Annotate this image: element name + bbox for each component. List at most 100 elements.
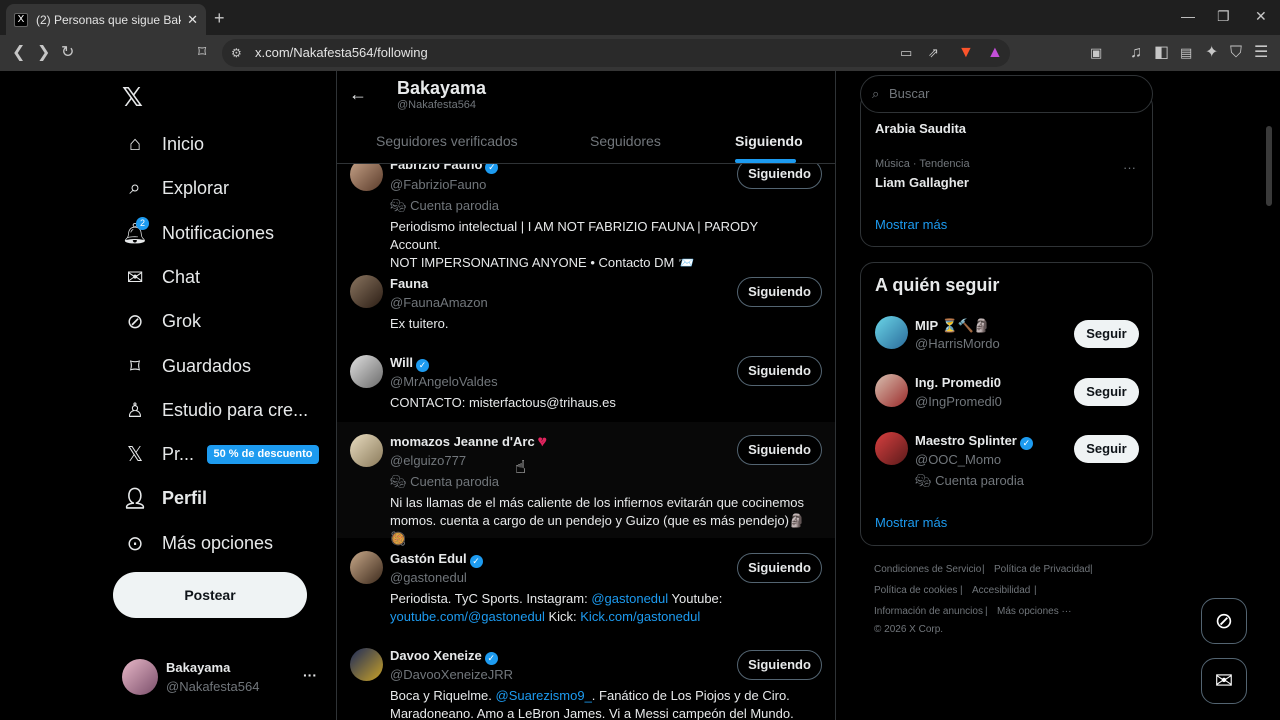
avatar[interactable] <box>875 316 908 349</box>
wallet-icon[interactable]: ▤ <box>1180 44 1192 62</box>
brave-shield-icon[interactable]: ▼ <box>958 44 974 62</box>
following-button[interactable]: Siguiendo <box>737 553 822 583</box>
avatar[interactable] <box>350 648 383 681</box>
sidebar-item-estudio[interactable]: ♙ Estudio para cre... <box>122 397 308 423</box>
avatar[interactable] <box>350 355 383 388</box>
cast-icon[interactable]: ▭ <box>900 44 912 62</box>
following-button[interactable]: Siguiendo <box>737 277 822 307</box>
maximize-icon[interactable]: ❐ <box>1217 8 1230 25</box>
user-handle: @elguizo777 <box>390 453 467 468</box>
sidebar-item-mas-opciones[interactable]: ⊙ Más opciones <box>122 530 273 556</box>
user-name[interactable]: Davoo Xeneize ✓ <box>390 648 498 665</box>
user-name[interactable]: Will ✓ <box>390 355 429 372</box>
suggestion-name[interactable]: Ing. Promedi0 <box>915 375 1001 390</box>
page-scrollbar[interactable] <box>1266 126 1272 206</box>
mouse-cursor-icon: ☝ <box>515 457 526 477</box>
search-input[interactable]: ⌕ Buscar <box>860 75 1153 113</box>
list-item[interactable]: Gastón Edul ✓ @gastonedul Periodista. TyC… <box>337 538 835 636</box>
following-button[interactable]: Siguiendo <box>737 650 822 680</box>
footer-link[interactable]: Información de anuncios <box>874 606 983 617</box>
footer-link[interactable]: Política de cookies <box>874 585 957 596</box>
user-name[interactable]: Gastón Edul ✓ <box>390 551 483 568</box>
avatar[interactable] <box>350 434 383 467</box>
footer-link[interactable]: Condiciones de Servicio <box>874 564 981 575</box>
sidebar-item-guardados[interactable]: ⌑ Guardados <box>122 353 251 379</box>
user-name[interactable]: momazos Jeanne d'Arc 💔︎ <box>390 434 546 450</box>
reload-icon[interactable]: ↻ <box>61 44 74 62</box>
show-more-link[interactable]: Mostrar más <box>875 515 947 530</box>
sidebar-item-explorar[interactable]: ⌕ Explorar <box>122 175 229 201</box>
follow-button[interactable]: Seguir <box>1074 378 1139 406</box>
brave-rewards-icon[interactable]: ▲ <box>987 44 1003 62</box>
menu-icon[interactable]: ☰ <box>1254 44 1268 62</box>
list-item[interactable]: momazos Jeanne d'Arc 💔︎ @elguizo777 🎭︎ C… <box>337 422 835 546</box>
verified-badge-icon: ✓ <box>469 555 483 568</box>
avatar[interactable] <box>350 275 383 308</box>
forward-arrow-icon[interactable]: ❯ <box>37 44 50 62</box>
kick-link[interactable]: Kick.com/gastonedul <box>580 609 700 624</box>
sidebar-item-label: Chat <box>162 266 201 287</box>
share-icon[interactable]: ⇗ <box>928 44 939 62</box>
profile-name: Bakayama <box>397 78 487 98</box>
following-button[interactable]: Siguiendo <box>737 356 822 386</box>
youtube-link[interactable]: youtube.com/@gastonedul <box>390 609 545 624</box>
extension-icon[interactable]: ▣ <box>1090 44 1102 62</box>
sidebar-item-inicio[interactable]: ⌂ Inicio <box>122 131 204 157</box>
window-close-icon[interactable]: ✕ <box>1255 8 1267 25</box>
vpn-icon[interactable]: ⛉ <box>1230 44 1242 62</box>
list-item[interactable]: Fauna @FaunaAmazon Ex tuitero. Siguiendo <box>337 266 835 343</box>
show-more-link[interactable]: Mostrar más <box>875 217 947 232</box>
media-icon[interactable]: ♫ <box>1130 44 1142 62</box>
trend-more-icon[interactable]: ··· <box>1123 160 1136 175</box>
grok-fab-button[interactable]: ⊘ <box>1201 598 1247 644</box>
following-button[interactable]: Siguiendo <box>737 435 822 465</box>
leo-ai-icon[interactable]: ✦ <box>1205 44 1218 62</box>
tab-close-icon[interactable]: ✕ <box>187 12 198 28</box>
sidebar-toggle-icon[interactable]: ◧ <box>1154 44 1169 62</box>
site-info-icon[interactable]: ⚙ <box>231 44 242 62</box>
back-arrow-icon[interactable]: ❮ <box>12 44 25 62</box>
suggestion-handle: @IngPromedi0 <box>915 394 1002 409</box>
x-logo-icon[interactable]: 𝕏 <box>122 82 143 113</box>
tab-seguidores-verificados[interactable]: Seguidores verificados <box>376 133 518 149</box>
user-name[interactable]: Fauna <box>390 276 428 291</box>
list-item[interactable]: Fabrizio Fauno ✓ @FabrizioFauno 🎭︎ Cuenta… <box>337 155 835 270</box>
trend-title[interactable]: Arabia Saudita <box>875 121 966 136</box>
sidebar-item-label: Perfil <box>162 487 208 508</box>
back-arrow-icon[interactable]: ← <box>349 84 367 105</box>
account-avatar[interactable] <box>122 659 158 695</box>
chat-fab-button[interactable]: ✉ <box>1201 658 1247 704</box>
avatar[interactable] <box>350 551 383 584</box>
url-text[interactable]: x.com/Nakafesta564/following <box>255 45 428 60</box>
post-button[interactable]: Postear <box>113 572 307 618</box>
suggestion-name[interactable]: MIP ⏳🔨🗿 <box>915 318 990 334</box>
sidebar-item-perfil[interactable]: 👤︎ Perfil <box>122 485 207 511</box>
new-tab-icon[interactable]: + <box>214 8 225 29</box>
user-bio: Boca y Riquelme. @Suarezismo9_. Fanático… <box>390 688 794 720</box>
footer-link[interactable]: Política de Privacidad <box>994 564 1090 575</box>
follow-button[interactable]: Seguir <box>1074 320 1139 348</box>
tab-siguiendo[interactable]: Siguiendo <box>735 133 803 149</box>
account-handle[interactable]: @Nakafesta564 <box>166 679 259 694</box>
sidebar-item-premium[interactable]: 𝕏 Pr... <box>122 441 194 467</box>
sidebar-item-grok[interactable]: ⊘ Grok <box>122 308 201 334</box>
list-item[interactable]: Davoo Xeneize ✓ @DavooXeneizeJRR Boca y R… <box>337 636 835 720</box>
sidebar-item-chat[interactable]: ✉ Chat <box>122 264 200 290</box>
account-name[interactable]: Bakayama <box>166 660 230 675</box>
minimize-icon[interactable]: — <box>1181 8 1195 24</box>
trend-title[interactable]: Liam Gallagher <box>875 175 969 190</box>
footer-link[interactable]: Accesibilidad <box>972 585 1030 596</box>
list-item[interactable]: Will ✓ @MrAngeloValdes CONTACTO: misterfa… <box>337 343 835 422</box>
follow-button[interactable]: Seguir <box>1074 435 1139 463</box>
footer-link[interactable]: Más opciones ··· <box>997 606 1071 617</box>
browser-tab[interactable]: X (2) Personas que sigue Bakayama ✕ <box>6 4 206 35</box>
avatar[interactable] <box>875 432 908 465</box>
bookmark-page-icon[interactable]: ⌑ <box>198 44 206 62</box>
account-more-icon[interactable]: ··· <box>303 667 317 683</box>
tab-seguidores[interactable]: Seguidores <box>590 133 661 149</box>
premium-discount-badge[interactable]: 50 % de descuento <box>207 445 319 464</box>
suggestion-name[interactable]: Maestro Splinter ✓ <box>915 433 1033 450</box>
mention-link[interactable]: @Suarezismo9_ <box>496 688 592 703</box>
avatar[interactable] <box>875 374 908 407</box>
mention-link[interactable]: @gastonedul <box>591 591 668 606</box>
